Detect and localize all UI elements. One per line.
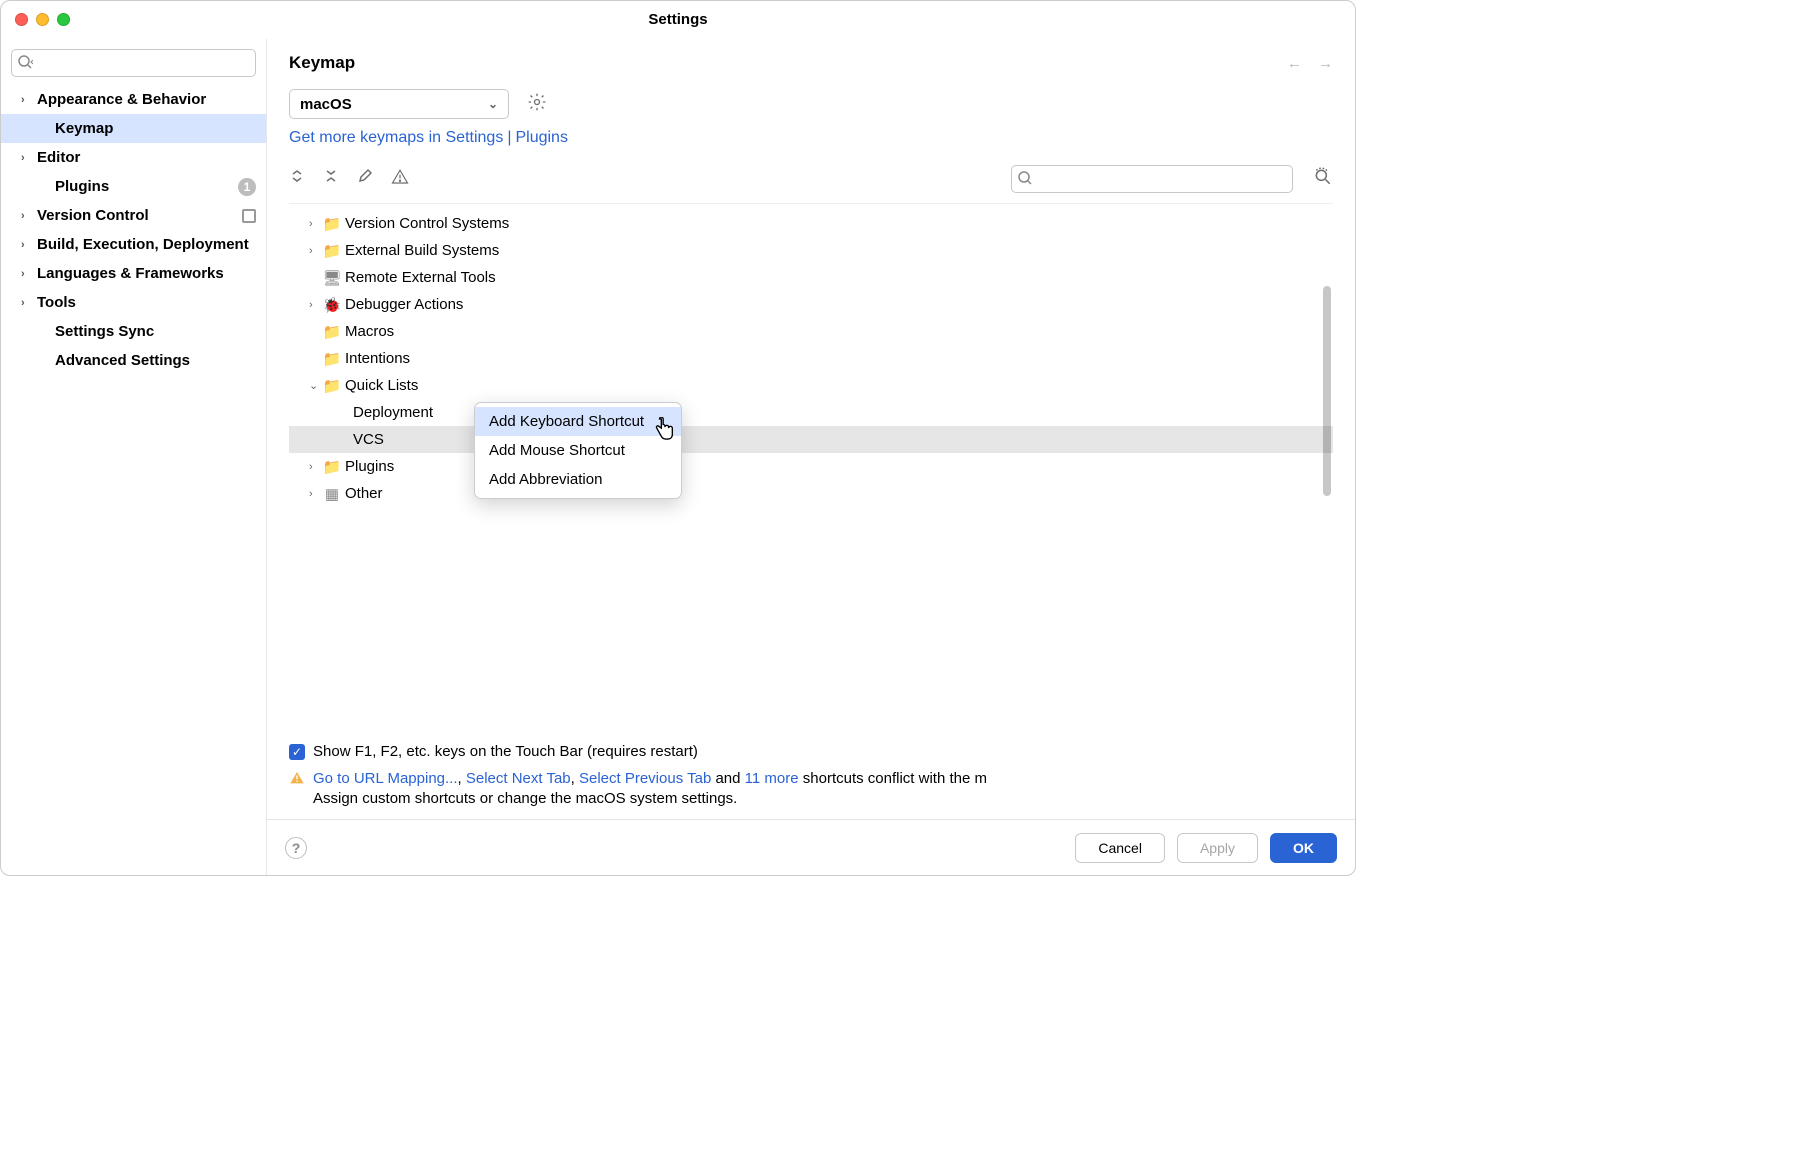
tree-item-deployment[interactable]: Deployment (289, 399, 1333, 426)
context-add-abbreviation[interactable]: Add Abbreviation (475, 465, 681, 494)
tree-item-intentions[interactable]: 📁Intentions (289, 345, 1333, 372)
tree-item-debugger[interactable]: ›🐞Debugger Actions (289, 291, 1333, 318)
settings-sidebar: ›Appearance & Behavior Keymap ›Editor Pl… (1, 39, 267, 875)
main-panel: Keymap ← → macOS ⌄ Get mo (267, 39, 1355, 875)
conflict-link-3[interactable]: Select Previous Tab (579, 770, 711, 787)
context-add-mouse-shortcut[interactable]: Add Mouse Shortcut (475, 436, 681, 465)
sidebar-item-settings-sync[interactable]: Settings Sync (1, 317, 266, 346)
sidebar-item-editor[interactable]: ›Editor (1, 143, 266, 172)
action-tree[interactable]: ›📁Version Control Systems ›📁External Bui… (289, 204, 1333, 735)
context-menu: Add Keyboard Shortcut Add Mouse Shortcut… (474, 402, 682, 499)
project-scope-icon (242, 209, 256, 223)
expand-all-icon[interactable] (289, 168, 305, 190)
nav-back-icon[interactable]: ← (1287, 55, 1302, 72)
page-title: Keymap (289, 53, 355, 73)
apply-button[interactable]: Apply (1177, 833, 1258, 863)
chevron-right-icon: › (309, 218, 323, 230)
settings-window: Settings ›Appearance & Behavior Keymap ›… (0, 0, 1356, 876)
titlebar: Settings (1, 1, 1355, 39)
sidebar-item-languages[interactable]: ›Languages & Frameworks (1, 259, 266, 288)
chevron-right-icon: › (309, 461, 323, 473)
chevron-right-icon: › (21, 239, 33, 251)
plugins-link[interactable]: Plugins (515, 129, 567, 146)
chevron-down-icon: ⌄ (488, 97, 498, 111)
tree-item-other[interactable]: ›▦Other (289, 480, 1333, 507)
tree-item-quick-lists[interactable]: ⌄📁Quick Lists (289, 372, 1333, 399)
sidebar-search-input[interactable] (11, 49, 256, 77)
help-icon[interactable]: ? (285, 837, 307, 859)
folder-icon: 📁 (323, 215, 341, 233)
plugins-badge: 1 (238, 178, 256, 196)
tree-item-external-build[interactable]: ›📁External Build Systems (289, 237, 1333, 264)
folder-icon: 📁 (323, 350, 341, 368)
warning-text: Go to URL Mapping..., Select Next Tab, S… (313, 768, 987, 789)
warning-line2: Assign custom shortcuts or change the ma… (313, 790, 1333, 807)
context-add-keyboard-shortcut[interactable]: Add Keyboard Shortcut (475, 407, 681, 436)
cancel-button[interactable]: Cancel (1075, 833, 1165, 863)
search-icon (1017, 170, 1033, 186)
sidebar-item-version-control[interactable]: ›Version Control (1, 201, 266, 230)
touchbar-checkbox[interactable]: ✓ (289, 744, 305, 760)
tree-item-remote-tools[interactable]: 🖥Remote External Tools (289, 264, 1333, 291)
chevron-down-icon: ⌄ (309, 379, 323, 392)
folder-icon: 📁 (323, 377, 341, 395)
action-search-input[interactable] (1011, 165, 1293, 193)
sidebar-item-plugins[interactable]: Plugins1 (1, 172, 266, 201)
chevron-right-icon: › (21, 210, 33, 222)
keymap-toolbar (289, 165, 1333, 204)
bug-icon: 🐞 (323, 296, 341, 314)
tree-item-macros[interactable]: 📁Macros (289, 318, 1333, 345)
keymap-scheme-select[interactable]: macOS ⌄ (289, 89, 509, 119)
window-title: Settings (1, 11, 1355, 28)
chevron-right-icon: › (309, 488, 323, 500)
ok-button[interactable]: OK (1270, 833, 1337, 863)
search-icon (17, 54, 33, 70)
sidebar-item-build[interactable]: ›Build, Execution, Deployment (1, 230, 266, 259)
collapse-all-icon[interactable] (323, 168, 339, 190)
chevron-right-icon: › (21, 94, 33, 106)
sidebar-item-advanced[interactable]: Advanced Settings (1, 346, 266, 375)
edit-shortcut-icon[interactable] (357, 168, 373, 190)
server-icon: 🖥 (323, 269, 341, 287)
sidebar-item-appearance[interactable]: ›Appearance & Behavior (1, 85, 266, 114)
folder-gear-icon: 📁 (323, 242, 341, 260)
conflict-warning-icon[interactable] (391, 168, 409, 190)
chevron-right-icon: › (21, 297, 33, 309)
other-icon: ▦ (323, 485, 341, 503)
scrollbar-thumb[interactable] (1323, 286, 1331, 496)
keymap-selected-value: macOS (300, 96, 352, 113)
gear-icon[interactable] (527, 92, 547, 116)
sidebar-list: ›Appearance & Behavior Keymap ›Editor Pl… (1, 85, 266, 875)
conflict-more-link[interactable]: 11 more (745, 770, 799, 787)
sidebar-item-keymap[interactable]: Keymap (1, 114, 266, 143)
folder-icon: 📁 (323, 458, 341, 476)
folder-icon: 📁 (323, 323, 341, 341)
find-by-shortcut-icon[interactable] (1313, 167, 1333, 191)
conflict-link-1[interactable]: Go to URL Mapping... (313, 770, 458, 787)
chevron-right-icon: › (309, 299, 323, 311)
get-more-keymaps-link[interactable]: Get more keymaps in Settings (289, 129, 503, 146)
chevron-right-icon: › (309, 245, 323, 257)
tree-item-plugins[interactable]: ›📁Plugins (289, 453, 1333, 480)
conflict-link-2[interactable]: Select Next Tab (466, 770, 571, 787)
chevron-right-icon: › (21, 152, 33, 164)
touchbar-checkbox-label: Show F1, F2, etc. keys on the Touch Bar … (313, 743, 698, 760)
sidebar-item-tools[interactable]: ›Tools (1, 288, 266, 317)
warning-icon (289, 770, 305, 790)
nav-forward-icon[interactable]: → (1318, 55, 1333, 72)
tree-item-vcs-systems[interactable]: ›📁Version Control Systems (289, 210, 1333, 237)
tree-item-vcs[interactable]: VCS (289, 426, 1333, 453)
chevron-right-icon: › (21, 268, 33, 280)
dialog-footer: ? Cancel Apply OK (267, 819, 1355, 875)
